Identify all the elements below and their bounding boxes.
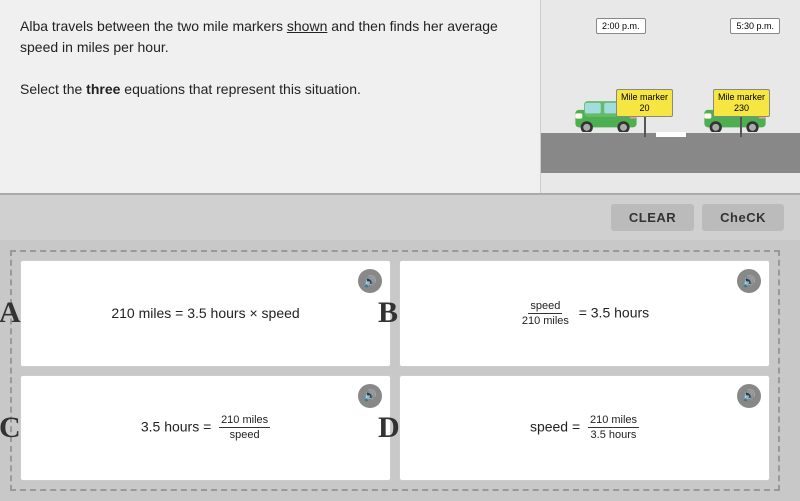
speaker-button-d[interactable]	[737, 384, 761, 408]
check-button[interactable]: CheCK	[702, 204, 784, 231]
marker-left-post	[644, 117, 646, 137]
illustration-panel: 2:00 p.m. 5:30 p.m.	[540, 0, 800, 193]
instruction-pre: Select the	[20, 81, 86, 97]
fraction-b: speed 210 miles	[520, 300, 571, 327]
option-card-d[interactable]: D speed = 210 miles 3.5 hours	[399, 375, 770, 482]
marker-left-sign: Mile marker 20	[616, 89, 673, 117]
marker-left: Mile marker 20	[616, 89, 673, 137]
top-section: Alba travels between the two mile marker…	[0, 0, 800, 195]
equation-a: 210 miles = 3.5 hours × speed	[111, 305, 299, 321]
instruction-bold: three	[86, 81, 120, 97]
shown-link[interactable]: shown	[287, 18, 327, 34]
option-letter-d: D	[378, 411, 400, 445]
equation-c: 3.5 hours = 210 miles speed	[141, 414, 270, 441]
text-panel: Alba travels between the two mile marker…	[0, 0, 540, 193]
marker-right-post	[740, 117, 742, 137]
fraction-d: 210 miles 3.5 hours	[588, 414, 639, 441]
equation-b: speed 210 miles = 3.5 hours	[520, 300, 649, 327]
speaker-button-b[interactable]	[737, 269, 761, 293]
marker-right-sign: Mile marker 230	[713, 89, 770, 117]
road	[541, 133, 800, 173]
speaker-button-c[interactable]	[358, 384, 382, 408]
option-card-c[interactable]: C 3.5 hours = 210 miles speed	[20, 375, 391, 482]
option-card-b[interactable]: B speed 210 miles = 3.5 hours	[399, 260, 770, 367]
clear-button[interactable]: CLEAR	[611, 204, 694, 231]
problem-statement: Alba travels between the two mile marker…	[20, 16, 520, 58]
options-area: A 210 miles = 3.5 hours × speed B speed …	[0, 240, 800, 501]
fraction-c: 210 miles speed	[219, 414, 270, 441]
instruction-post: equations that represent this situation.	[120, 81, 360, 97]
equation-d: speed = 210 miles 3.5 hours	[530, 414, 639, 441]
road-scene: Mile marker 20 Mile marker 230	[541, 0, 800, 193]
speaker-button-a[interactable]	[358, 269, 382, 293]
option-letter-a: A	[0, 296, 21, 330]
option-letter-b: B	[378, 296, 398, 330]
problem-text-1: Alba travels between the two mile marker…	[20, 18, 283, 34]
options-grid: A 210 miles = 3.5 hours × speed B speed …	[10, 250, 780, 491]
option-letter-c: C	[0, 411, 21, 445]
instruction: Select the three equations that represen…	[20, 79, 520, 100]
marker-right: Mile marker 230	[713, 89, 770, 137]
option-card-a[interactable]: A 210 miles = 3.5 hours × speed	[20, 260, 391, 367]
button-bar: CLEAR CheCK	[0, 195, 800, 240]
